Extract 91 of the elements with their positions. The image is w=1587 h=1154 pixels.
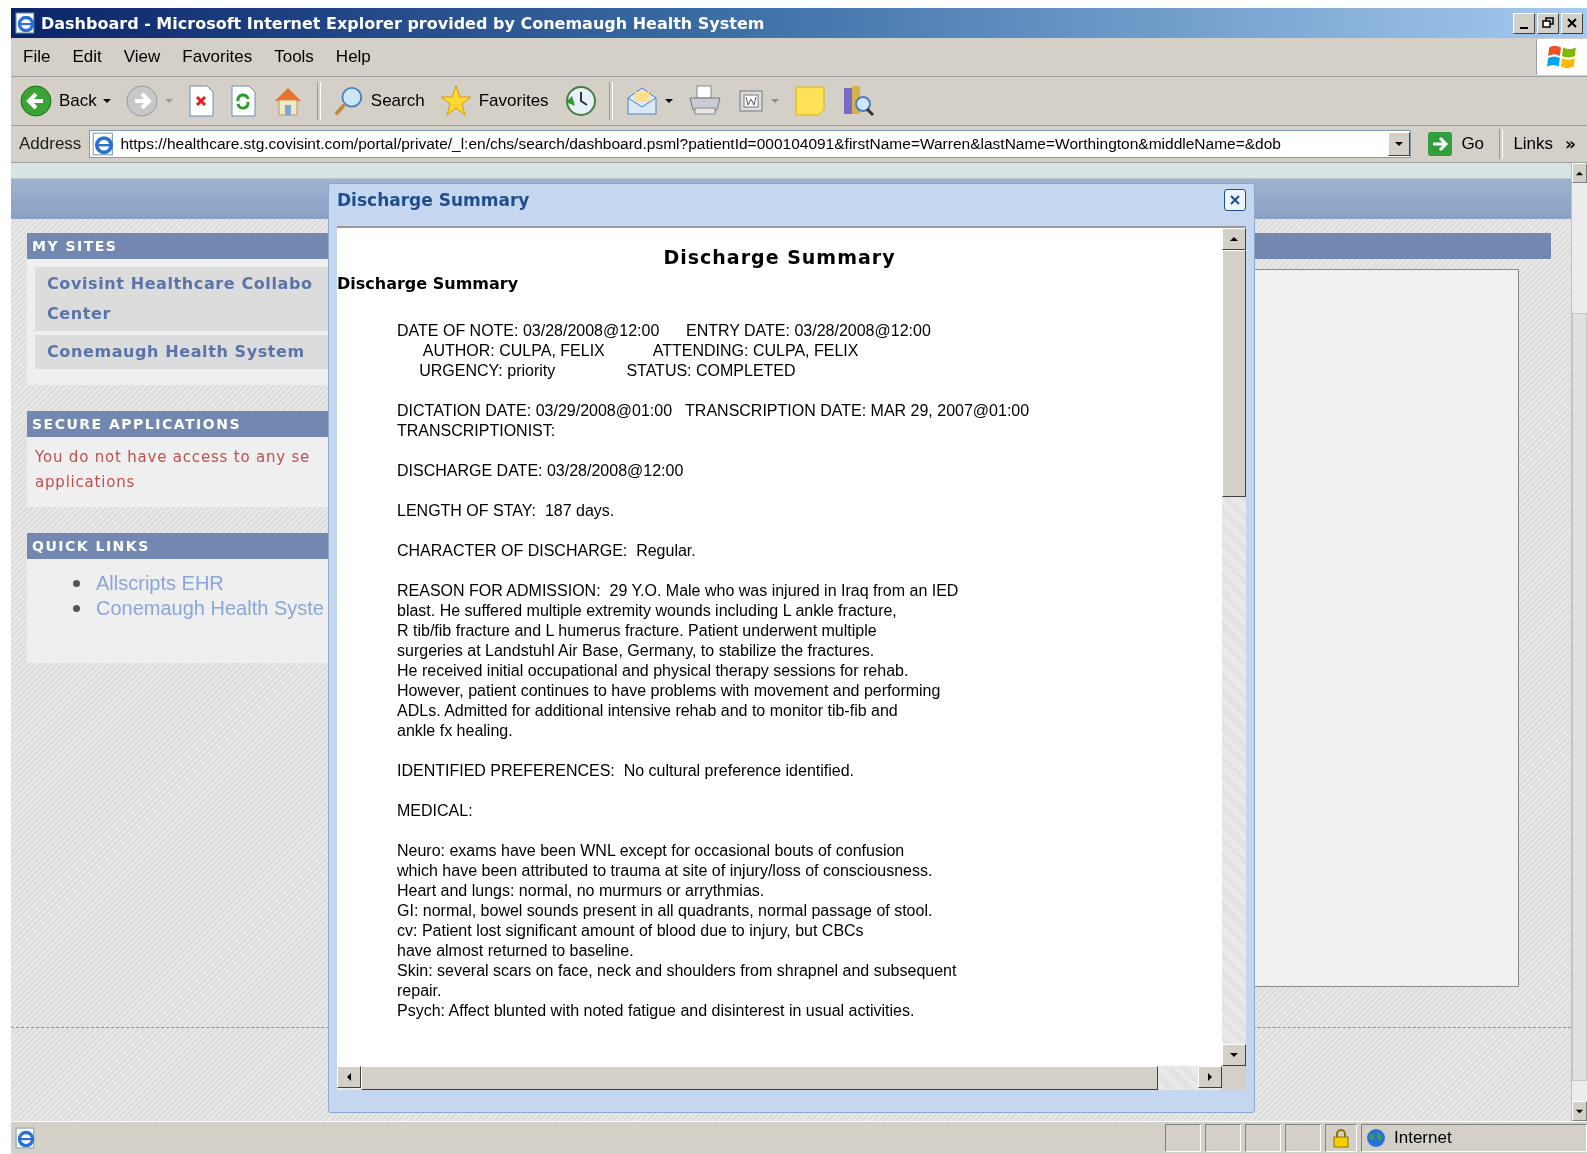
document-line: Psych: Affect blunted with noted fatigue and disinterest in usual activities.: [397, 1001, 916, 1021]
scroll-right-button[interactable]: [1198, 1066, 1222, 1088]
document-line: AUTHOR: CULPA, FELIX ATTENDING: CULPA, FELIX: [421, 341, 860, 361]
scroll-up-button[interactable]: [1222, 228, 1246, 250]
caret-icon: [102, 97, 111, 105]
document-line: blast. He suffered multiple extremity wounds including L ankle fracture,: [397, 601, 898, 621]
back-button[interactable]: Back: [17, 84, 113, 118]
favorites-button[interactable]: Favorites: [436, 84, 551, 118]
document-line: DICTATION DATE: 03/29/2008@01:00 TRANSCRIPTION DATE: MAR 29, 2007@01:00: [397, 401, 1031, 421]
minimize-icon: [1520, 26, 1528, 29]
address-label: Address: [19, 134, 82, 154]
address-text: https://healthcare.stg.covisint.com/portal/private/_l:en/chs/search/dashboard.psml?patientId=000104091&firstName=Warren&lastName=Worthington&middleName=&dob: [120, 135, 1282, 153]
scroll-down-button[interactable]: [1572, 1101, 1587, 1121]
menu-item[interactable]: View: [123, 47, 161, 67]
document-line: surgeries at Landstuhl Air Base, Germany, to stabilize the fractures.: [397, 641, 876, 661]
window-title: Dashboard - Microsoft Internet Explorer provided by Conemaugh Health System: [41, 13, 765, 33]
document-line: LENGTH OF STAY: 187 days.: [397, 501, 616, 521]
access-message: You do not have access to any se applications: [35, 447, 312, 493]
browser-icon: [15, 12, 37, 34]
scroll-up-button[interactable]: [1572, 163, 1587, 183]
document-line: Skin: several scars on face, neck and shoulders from shrapnel and subsequent: [397, 961, 958, 981]
menu-item[interactable]: Tools: [274, 47, 314, 67]
document-line: MEDICAL:: [397, 801, 474, 821]
document-line: He received initial occupational and physical therapy sessions for rehab.: [397, 661, 910, 681]
status-pane: [1165, 1124, 1201, 1152]
scroll-down-button[interactable]: [1222, 1044, 1246, 1066]
caret-icon: [664, 97, 673, 105]
document-line: which have been attributed to trauma at site of injury/loss of consciousness.: [397, 861, 934, 881]
menu-item[interactable]: Favorites: [182, 47, 253, 67]
search-icon: [332, 85, 365, 117]
document-line: ADLs. Admitted for additional intensive rehab and to monitor tib-fib and: [397, 701, 899, 721]
document-line: URGENCY: priority STATUS: COMPLETED: [418, 361, 797, 381]
caret-icon: [164, 97, 173, 105]
caret-icon: [1394, 139, 1405, 149]
dropdown-button[interactable]: [1388, 132, 1411, 156]
go-button[interactable]: Go: [1421, 130, 1492, 158]
address-field[interactable]: https://healthcare.stg.covisint.com/portal/private/_l:en/chs/search/dashboard.psml?patientId=000104091&firstName=Warren&lastName=Worthington&middleName=&dob: [89, 130, 1412, 158]
document-subheading: Discharge Summary: [337, 274, 520, 293]
security-zone: Internet: [1394, 1128, 1452, 1148]
more-button[interactable]: »: [1565, 134, 1577, 154]
document-line: Neuro: exams have been WNL except for occasional bouts of confusion: [397, 841, 906, 861]
menu-item[interactable]: Help: [335, 47, 371, 67]
links-button[interactable]: Links: [1513, 134, 1554, 154]
close-icon: [1229, 194, 1241, 206]
menu-item[interactable]: File: [23, 47, 51, 67]
up-arrow-icon: [1229, 234, 1239, 244]
status-pane: [1285, 1124, 1321, 1152]
bullet-icon: [73, 580, 80, 587]
lock-icon: [1333, 1128, 1349, 1148]
document-line: TRANSCRIPTIONIST:: [397, 421, 557, 441]
menu-item[interactable]: Edit: [72, 47, 102, 67]
restore-icon: [1542, 17, 1554, 29]
page-icon: [15, 1127, 37, 1149]
star-icon: [438, 84, 473, 118]
section-header: QUICK LINKS: [27, 533, 329, 559]
sticky-note-icon: [792, 84, 827, 118]
printer-icon: [686, 84, 723, 118]
status-pane: [1245, 1124, 1281, 1152]
document-line: have almost returned to baseline.: [397, 941, 635, 961]
document-line: cv: Patient lost significant amount of blood due to injury, but CBCs: [397, 921, 865, 941]
close-icon: [1566, 17, 1578, 29]
document-line: DISCHARGE DATE: 03/28/2008@12:00: [397, 461, 685, 481]
scroll-left-button[interactable]: [337, 1066, 361, 1088]
document-line: R tib/fib fracture and L humerus fracture. Patient underwent multiple: [397, 621, 878, 641]
document-line: ankle fx healing.: [397, 721, 514, 741]
scrollbar-corner: [1222, 1066, 1246, 1090]
down-arrow-icon: [1229, 1050, 1239, 1060]
globe-icon: [1366, 1128, 1386, 1148]
document-line: CHARACTER OF DISCHARGE: Regular.: [397, 541, 697, 561]
document-line: DATE OF NOTE: 03/28/2008@12:00 ENTRY DATE: 03/28/2008@12:00: [397, 321, 932, 341]
document-line: Heart and lungs: normal, no murmurs or arrythmias.: [397, 881, 766, 901]
document-line: IDENTIFIED PREFERENCES: No cultural preference identified.: [397, 761, 856, 781]
document-line: repair.: [397, 981, 443, 1001]
caret-icon: [770, 97, 779, 105]
dialog-title: Discharge Summary: [337, 190, 530, 210]
document-heading: Discharge Summary: [662, 246, 897, 268]
right-arrow-icon: [1205, 1072, 1215, 1082]
search-button[interactable]: Search: [330, 85, 427, 117]
restore-button[interactable]: [1537, 12, 1559, 34]
document-icon: [736, 87, 765, 115]
document-line: REASON FOR ADMISSION: 29 Y.O. Male who was injured in Iraq from an IED: [397, 581, 960, 601]
status-pane: [1205, 1124, 1241, 1152]
minimize-button[interactable]: [1513, 12, 1535, 34]
bullet-icon: [73, 605, 80, 612]
close-button[interactable]: [1224, 189, 1246, 211]
document-line: GI: normal, bowel sounds present in all quadrants, normal passage of stool.: [397, 901, 934, 921]
section-header: SECURE APPLICATIONS: [27, 411, 329, 437]
stop-icon: [186, 85, 215, 117]
refresh-icon: [228, 85, 257, 117]
section-header: MY SITES: [27, 233, 329, 259]
document-line: However, patient continues to have problems with movement and performing: [397, 681, 942, 701]
